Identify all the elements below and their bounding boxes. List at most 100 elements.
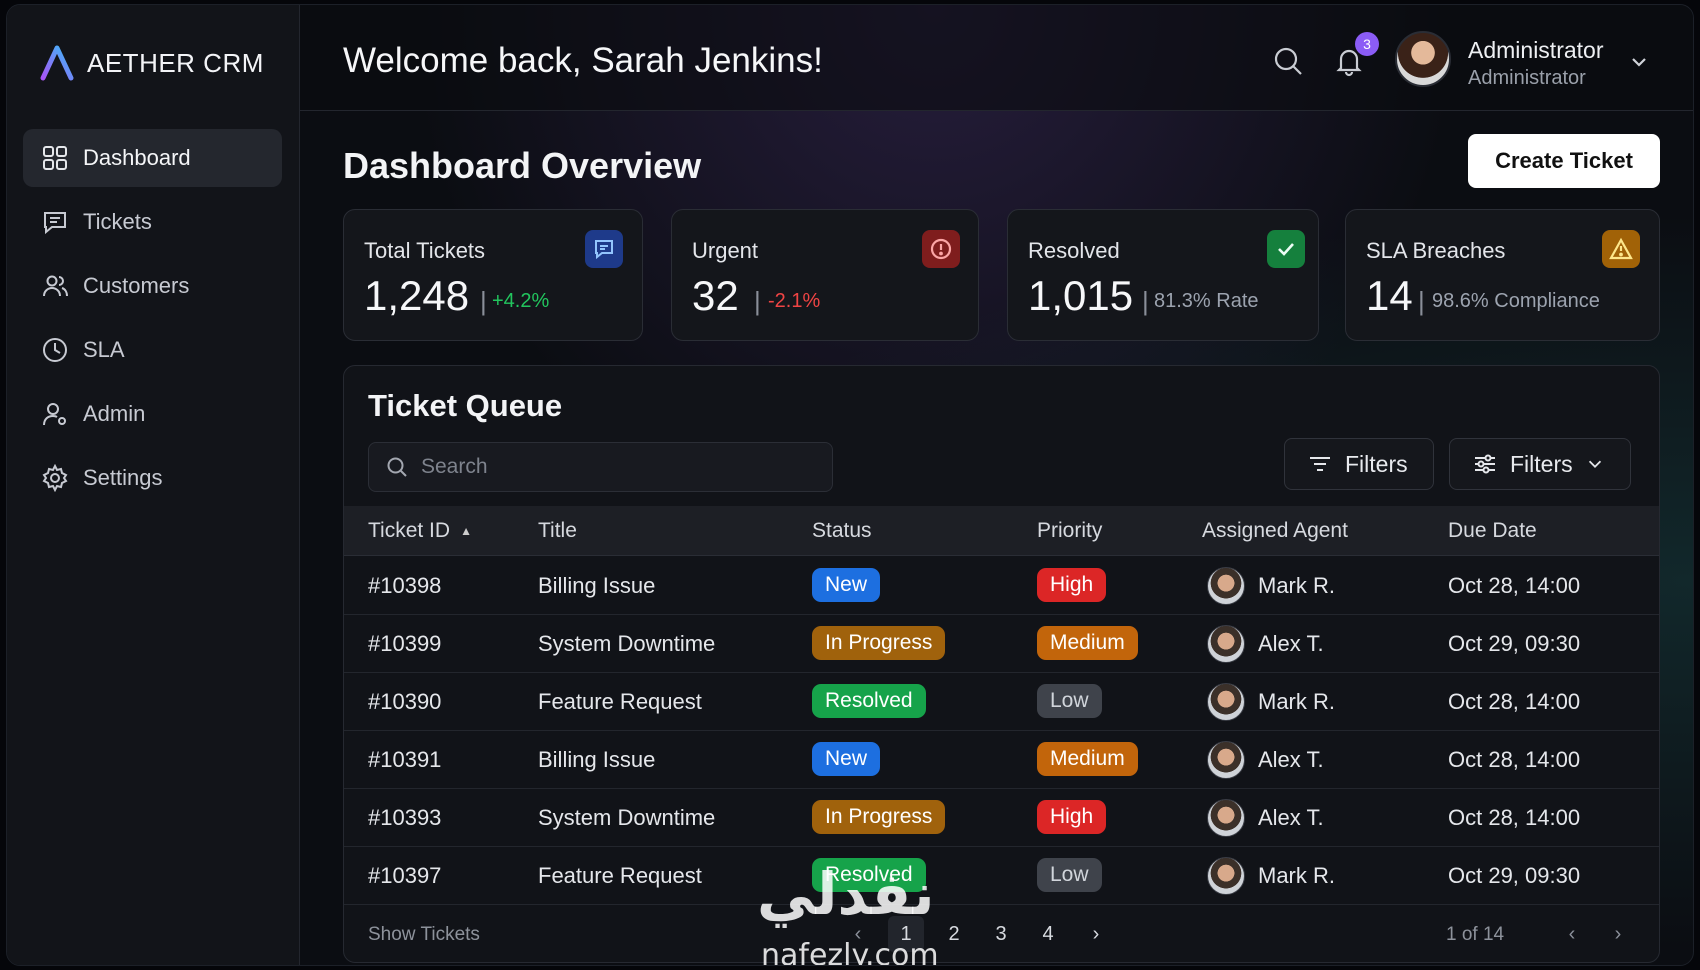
user-gear-icon	[41, 400, 69, 428]
ticket-id-cell[interactable]: #10397	[368, 863, 441, 889]
stat-divider: |	[1418, 286, 1425, 316]
check-icon	[1267, 230, 1305, 268]
status-badge: New	[812, 568, 881, 602]
sidebar-item-label: Tickets	[83, 209, 152, 234]
priority-badge: High	[1037, 800, 1107, 834]
next-arrow-icon[interactable]: ›	[1600, 916, 1636, 952]
agent-name-cell: Mark R.	[1258, 573, 1335, 598]
sidebar-item-label: Customers	[83, 273, 190, 298]
filters-button[interactable]: Filters	[1284, 438, 1434, 490]
sidebar: AETHER CRM Dashboard Tickets Customers S…	[7, 5, 300, 965]
table-row[interactable]: #10399 System Downtime In Progress Medium Al…	[344, 615, 1659, 673]
watermark-arabic: نفدلي	[757, 860, 935, 928]
sidebar-item-label: Settings	[83, 465, 163, 490]
stat-card-resolved: Resolved 1,015 | 81.3% Rate	[1007, 209, 1319, 341]
chevron-down-icon[interactable]	[1628, 51, 1650, 73]
search-input[interactable]	[421, 455, 821, 479]
due-date-cell: Oct 29, 09:30	[1448, 863, 1581, 888]
next-page-icon[interactable]: ›	[1078, 916, 1114, 952]
gear-icon	[41, 464, 69, 492]
watermark: نفدلي nafezly.com	[747, 860, 967, 966]
table-row[interactable]: #10390 Feature Request Resolved Low Mark R. O…	[344, 673, 1659, 731]
page-button-3[interactable]: 3	[983, 916, 1019, 952]
priority-badge: Medium	[1037, 742, 1138, 776]
page-button-4[interactable]: 4	[1030, 916, 1066, 952]
column-header-due-date[interactable]: Due Date	[1448, 519, 1537, 543]
avatar[interactable]	[1395, 31, 1451, 87]
create-ticket-button[interactable]: Create Ticket	[1468, 134, 1660, 188]
welcome-message: Welcome back, Sarah Jenkins!	[343, 41, 823, 80]
stat-label: SLA Breaches	[1366, 238, 1506, 263]
priority-badge: Low	[1037, 684, 1102, 718]
due-date-cell: Oct 29, 09:30	[1448, 631, 1581, 656]
brand-name: AETHER CRM	[87, 47, 264, 78]
agent-name-cell: Mark R.	[1258, 863, 1335, 888]
table-row[interactable]: #10397 Feature Request Resolved Low Mark R. O…	[344, 847, 1659, 905]
stat-label: Total Tickets	[364, 238, 486, 263]
user-role: Administrator	[1468, 67, 1586, 89]
table-row[interactable]: #10393 System Downtime In Progress High Alex…	[344, 789, 1659, 847]
chevron-down-icon	[1588, 460, 1601, 469]
ticket-id-cell[interactable]: #10399	[368, 631, 441, 657]
status-badge: In Progress	[812, 626, 946, 660]
sidebar-item-dashboard[interactable]: Dashboard	[23, 129, 282, 187]
user-name[interactable]: Administrator	[1468, 37, 1603, 64]
clock-icon	[41, 336, 69, 364]
filters-dropdown[interactable]: Filters	[1449, 438, 1631, 490]
title-cell: Feature Request	[538, 689, 702, 714]
agent-avatar	[1207, 857, 1245, 895]
title-cell: Feature Request	[538, 863, 702, 888]
agent-avatar	[1207, 741, 1245, 779]
due-date-cell: Oct 28, 14:00	[1448, 747, 1581, 772]
sidebar-item-tickets[interactable]: Tickets	[23, 193, 282, 251]
sidebar-item-customers[interactable]: Customers	[23, 257, 282, 315]
agent-name-cell: Alex T.	[1258, 805, 1324, 830]
sidebar-item-label: SLA	[83, 337, 125, 362]
stat-change: +4.2%	[492, 290, 550, 312]
ticket-id-cell[interactable]: #10393	[368, 805, 441, 831]
page-count: 1 of 14	[1446, 924, 1505, 945]
title-cell: System Downtime	[538, 631, 716, 656]
top-header: Welcome back, Sarah Jenkins! 3 Administr…	[300, 5, 1693, 111]
sort-asc-icon[interactable]: ▲	[460, 524, 472, 538]
due-date-cell: Oct 28, 14:00	[1448, 573, 1581, 598]
ticket-id-cell[interactable]: #10391	[368, 747, 441, 773]
stat-divider: |	[754, 286, 761, 316]
due-date-cell: Oct 28, 14:00	[1448, 805, 1581, 830]
stat-card-sla-breaches: SLA Breaches 14 | 98.6% Compliance	[1345, 209, 1660, 341]
prev-arrow-icon[interactable]: ‹	[1554, 916, 1590, 952]
stat-label: Resolved	[1028, 238, 1120, 263]
column-header-ticket-id[interactable]: Ticket ID ▲	[368, 519, 472, 543]
ticket-queue-panel: Ticket Queue Filters Filters Ticket ID ▲ …	[343, 365, 1660, 963]
search-field[interactable]	[368, 442, 833, 492]
sidebar-item-admin[interactable]: Admin	[23, 385, 282, 443]
column-header-assigned-agent[interactable]: Assigned Agent	[1202, 519, 1348, 543]
agent-name-cell: Alex T.	[1258, 631, 1324, 656]
filters-label: Filters	[1510, 450, 1573, 477]
aether-logo-icon	[40, 45, 74, 81]
agent-name-cell: Alex T.	[1258, 747, 1324, 772]
sidebar-item-settings[interactable]: Settings	[23, 449, 282, 507]
stat-divider: |	[480, 286, 487, 316]
sidebar-item-sla[interactable]: SLA	[23, 321, 282, 379]
title-cell: System Downtime	[538, 805, 716, 830]
show-tickets-label[interactable]: Show Tickets	[368, 924, 480, 946]
page-title: Dashboard Overview	[343, 145, 702, 186]
column-header-priority[interactable]: Priority	[1037, 519, 1102, 543]
filters-label: Filters	[1345, 450, 1408, 477]
filter-lines-icon	[1310, 457, 1330, 471]
table-row[interactable]: #10391 Billing Issue New Medium Alex T. Oct 2…	[344, 731, 1659, 789]
column-header-title[interactable]: Title	[538, 519, 577, 543]
ticket-id-cell[interactable]: #10390	[368, 689, 441, 715]
stat-card-total-tickets: Total Tickets 1,248 | +4.2%	[343, 209, 643, 341]
stat-value: 14	[1366, 272, 1413, 319]
warning-icon	[1602, 230, 1640, 268]
column-header-status[interactable]: Status	[812, 519, 872, 543]
ticket-id-cell[interactable]: #10398	[368, 573, 441, 599]
search-icon[interactable]	[1272, 45, 1304, 77]
title-cell: Billing Issue	[538, 573, 656, 598]
grid-icon	[41, 144, 69, 172]
alert-circle-icon	[922, 230, 960, 268]
table-row[interactable]: #10398 Billing Issue New High Mark R. Oct 28,…	[344, 557, 1659, 615]
watermark-latin: nafezly.com	[761, 938, 939, 966]
